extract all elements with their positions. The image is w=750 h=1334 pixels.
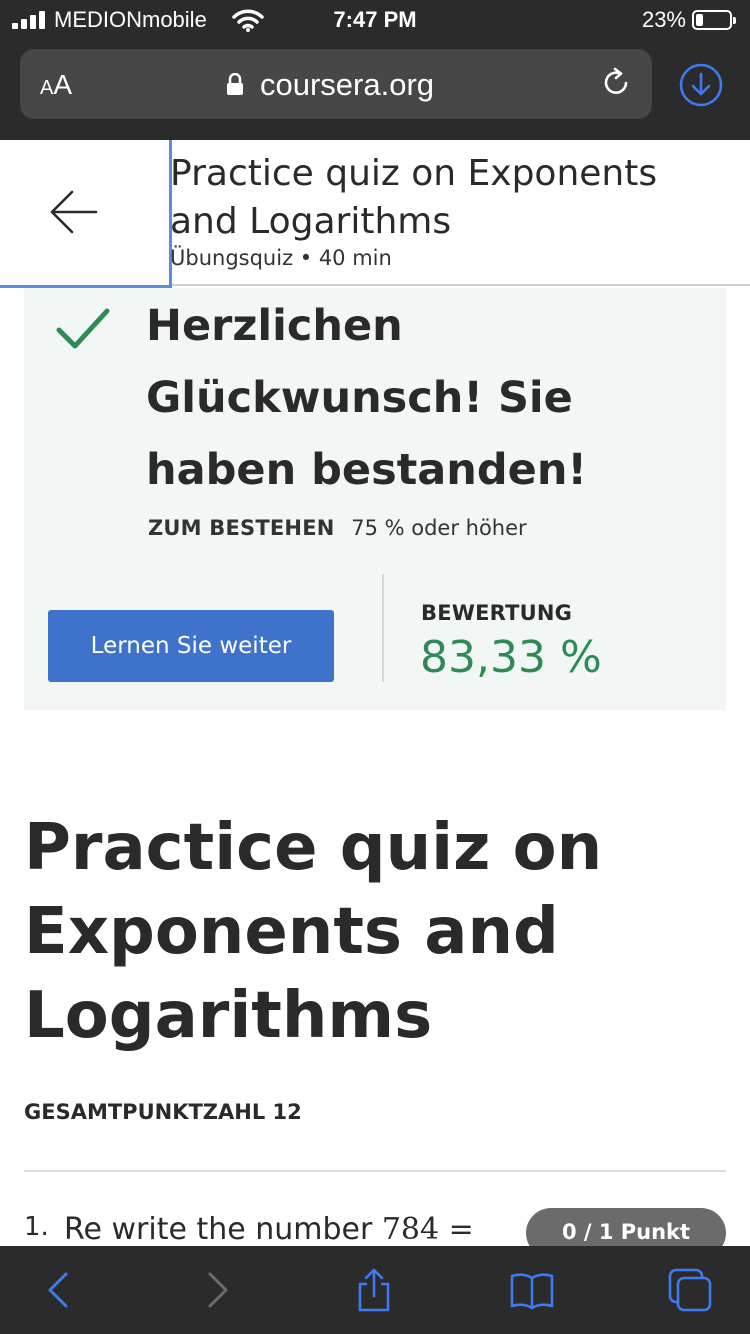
reload-icon[interactable]: [598, 65, 634, 101]
status-bar: MEDIONmobile 7:47 PM 23%: [0, 0, 750, 40]
url-domain: coursera.org: [260, 67, 435, 102]
header-title: Practice quiz on Exponents and Logarithm…: [170, 153, 658, 242]
address-bar[interactable]: AA coursera.org: [20, 49, 652, 119]
battery-percent: 23%: [641, 7, 686, 32]
pass-value: 75 % oder höher: [351, 516, 527, 540]
browser-chrome: MEDIONmobile 7:47 PM 23% AA coursera.org: [0, 0, 750, 140]
arrow-left-icon: [50, 190, 98, 234]
question-points-badge: 0 / 1 Punkt: [526, 1208, 726, 1246]
question-text: Re write the number 784 =: [64, 1212, 474, 1246]
page-header: Practice quiz on Exponents and Logarithm…: [0, 140, 750, 288]
continue-learning-button[interactable]: Lernen Sie weiter: [48, 610, 334, 682]
back-button[interactable]: [0, 140, 172, 288]
browser-toolbar: [0, 1246, 750, 1334]
chevron-right-icon[interactable]: [196, 1268, 240, 1312]
passing-requirement: ZUM BESTEHEN 75 % oder höher: [148, 516, 527, 540]
status-time: 7:47 PM: [333, 7, 417, 32]
result-card: Herzlichen Glückwunsch! Sie haben bestan…: [24, 288, 726, 710]
result-message: Herzlichen Glückwunsch! Sie haben bestan…: [146, 301, 588, 495]
pass-label: ZUM BESTEHEN: [148, 516, 335, 540]
question-item: 1. Re write the number 784 = 0 / 1 Punkt: [24, 1206, 726, 1246]
divider: [382, 574, 384, 682]
tabs-icon[interactable]: [668, 1268, 712, 1312]
lock-icon: [227, 73, 243, 95]
download-icon[interactable]: [678, 62, 724, 108]
header-subtitle: Übungsquiz • 40 min: [170, 246, 392, 270]
question-number: 1.: [24, 1212, 49, 1242]
battery-icon: [692, 10, 736, 30]
share-icon[interactable]: [352, 1268, 396, 1312]
quiz-title: Practice quiz on Exponents and Logarithm…: [24, 811, 603, 1053]
total-points: GESAMTPUNKTZAHL 12: [24, 1100, 302, 1124]
checkmark-icon: [56, 308, 110, 349]
text-size-button[interactable]: AA: [40, 69, 72, 101]
grade-label: BEWERTUNG: [421, 601, 573, 625]
divider: [24, 1170, 726, 1172]
battery-level: [696, 14, 703, 26]
book-icon[interactable]: [510, 1268, 554, 1312]
question-math: 784 =: [381, 1212, 474, 1246]
grade-value: 83,33 %: [420, 632, 602, 683]
chevron-left-icon[interactable]: [36, 1268, 80, 1312]
